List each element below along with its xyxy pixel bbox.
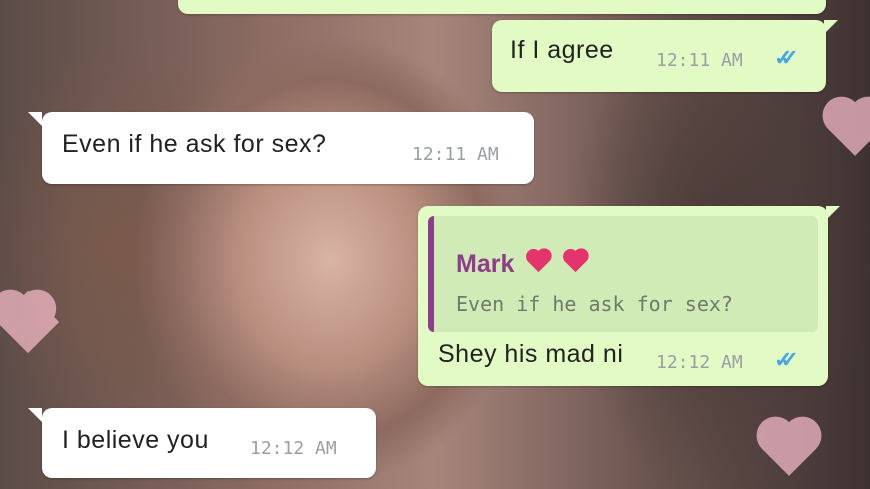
wallpaper-heart <box>762 422 816 476</box>
message-text: Even if he ask for sex? <box>62 130 327 158</box>
quoted-author: Mark <box>456 250 588 279</box>
sparkling-heart-icon <box>562 250 588 274</box>
message-text: If I agree <box>510 36 614 64</box>
message-time: 12:12 AM <box>656 352 743 373</box>
quoted-message[interactable]: Mark Even if he ask for sex? <box>428 216 818 332</box>
quoted-author-name: Mark <box>456 250 515 278</box>
quote-accent-bar <box>428 216 434 332</box>
message-bubble-incoming[interactable]: Even if he ask for sex? 12:11 AM <box>28 112 534 184</box>
message-time: 12:11 AM <box>412 144 499 165</box>
quoted-text: Even if he ask for sex? <box>456 292 733 316</box>
wallpaper-heart <box>828 102 870 156</box>
message-time: 12:11 AM <box>656 50 743 71</box>
message-text: I believe you <box>62 426 209 454</box>
message-bubble-outgoing[interactable]: If I agree 12:11 AM ✓✓ <box>492 20 838 92</box>
previous-message-bubble[interactable] <box>178 0 826 14</box>
message-bubble-outgoing-reply[interactable]: Mark Even if he ask for sex? Shey his ma… <box>418 206 840 386</box>
double-check-read-icon: ✓✓ <box>774 347 799 372</box>
message-time: 12:12 AM <box>250 438 337 459</box>
wallpaper-heart <box>0 290 60 354</box>
message-text: Shey his mad ni <box>438 340 624 368</box>
message-bubble-incoming[interactable]: I believe you 12:12 AM <box>28 408 376 478</box>
double-check-read-icon: ✓✓ <box>774 45 799 70</box>
sparkling-heart-icon <box>525 250 551 274</box>
